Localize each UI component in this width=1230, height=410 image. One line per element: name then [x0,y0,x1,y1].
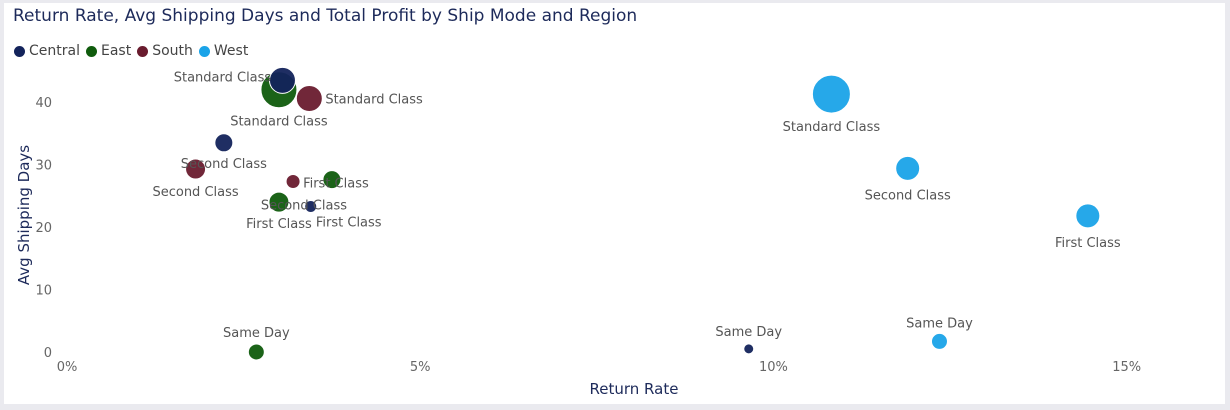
point-central-standard-class[interactable] [268,66,296,94]
y-tick-label: 30 [35,159,52,174]
point-south-standard-class[interactable] [295,84,323,112]
point-central-second-class[interactable] [214,133,234,153]
label-west-standard-class: Standard Class [783,120,881,135]
label-south-standard-class: Standard Class [325,92,423,107]
label-south-second-class: Second Class [152,185,238,200]
y-tick-label: 0 [44,346,52,361]
label-central-standard-class: Standard Class [174,70,272,85]
y-axis: 0 10 20 30 40 [35,96,52,361]
x-axis-title: Return Rate [590,380,679,398]
point-west-first-class[interactable] [1075,203,1101,229]
x-tick-label: 10% [759,360,788,375]
point-west-same-day[interactable] [930,332,948,350]
x-axis: 0% 5% 10% 15% [57,360,1141,375]
point-east-same-day[interactable] [247,343,265,361]
point-south-first-class[interactable] [285,174,301,190]
label-east-second-class: Second Class [261,199,347,214]
label-central-first-class: First Class [316,216,382,231]
y-tick-label: 40 [35,96,52,111]
x-tick-label: 15% [1112,360,1141,375]
label-east-standard-class: Standard Class [230,115,328,130]
y-tick-label: 10 [35,284,52,299]
label-east-first-class: First Class [246,217,312,232]
label-west-first-class: First Class [1055,236,1121,251]
point-central-same-day[interactable] [743,343,755,355]
point-west-second-class[interactable] [895,155,921,181]
label-central-second-class: Second Class [181,157,267,172]
label-east-same-day: Same Day [223,326,290,341]
point-west-standard-class[interactable] [811,74,851,114]
label-west-second-class: Second Class [865,188,951,203]
y-tick-label: 20 [35,221,52,236]
x-tick-label: 5% [410,360,431,375]
scatter-plot: 0 10 20 30 40 0% 5% 10% 15% Return Rate Avg Shi… [15,66,1141,398]
label-central-same-day: Same Day [715,325,782,340]
label-west-same-day: Same Day [906,316,973,331]
label-south-first-class: First Class [303,177,369,192]
data-labels: Standard Class Second Class First Class Sam… [152,70,1120,341]
x-tick-label: 0% [57,360,78,375]
y-axis-title: Avg Shipping Days [15,145,33,285]
